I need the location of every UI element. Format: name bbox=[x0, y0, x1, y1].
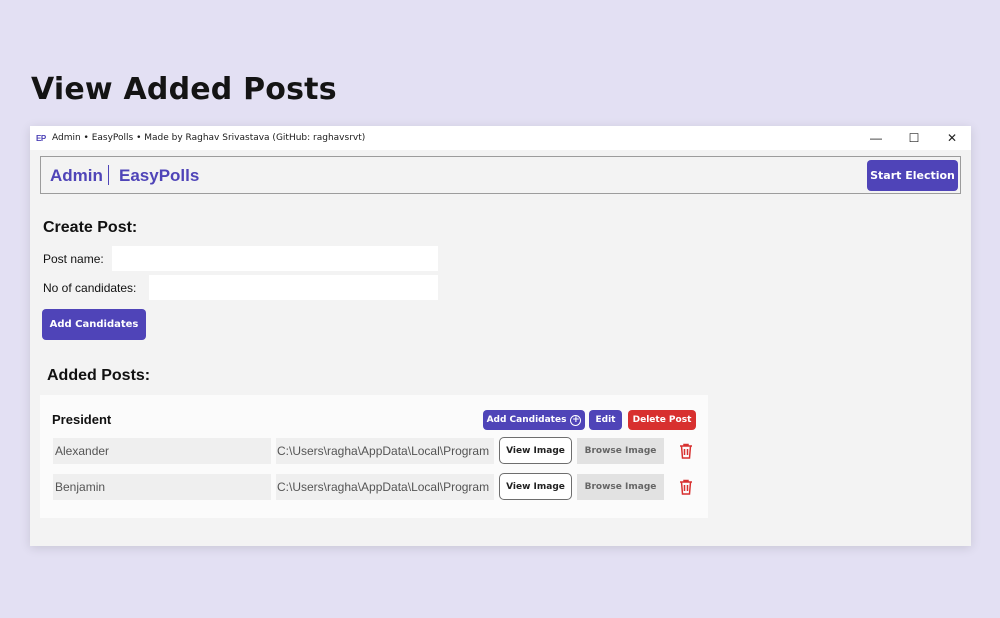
browse-image-button[interactable]: Browse Image bbox=[577, 438, 664, 464]
trash-icon[interactable] bbox=[679, 479, 693, 495]
added-posts-title: Added Posts: bbox=[47, 367, 151, 384]
view-image-button[interactable]: View Image bbox=[499, 437, 572, 464]
close-button[interactable]: ✕ bbox=[933, 126, 971, 150]
minimize-button[interactable]: — bbox=[857, 126, 895, 150]
window-controls: — ☐ ✕ bbox=[857, 126, 971, 150]
num-candidates-input[interactable] bbox=[149, 275, 438, 300]
edit-post-button[interactable]: Edit bbox=[589, 410, 622, 430]
app-header: Admin EasyPolls Start Election bbox=[40, 156, 961, 194]
num-candidates-label: No of candidates: bbox=[43, 281, 137, 295]
page-heading: View Added Posts bbox=[31, 72, 337, 107]
candidate-name-field[interactable]: Alexander bbox=[53, 438, 271, 464]
candidate-name-field[interactable]: Benjamin bbox=[53, 474, 271, 500]
trash-icon[interactable] bbox=[679, 443, 693, 459]
add-candidates-button[interactable]: Add Candidates bbox=[42, 309, 146, 340]
candidate-row: Benjamin C:\Users\ragha\AppData\Local\Pr… bbox=[53, 473, 703, 500]
post-name-input[interactable] bbox=[112, 246, 438, 271]
post-card: President Add Candidates + Edit Delete P… bbox=[40, 395, 708, 518]
candidate-image-path: C:\Users\ragha\AppData\Local\Program bbox=[276, 438, 494, 464]
post-add-candidates-label: Add Candidates bbox=[486, 415, 567, 425]
post-name: President bbox=[52, 412, 112, 427]
delete-post-button[interactable]: Delete Post bbox=[628, 410, 696, 430]
create-post-title: Create Post: bbox=[43, 219, 138, 236]
header-separator bbox=[108, 165, 109, 185]
view-image-button[interactable]: View Image bbox=[499, 473, 572, 500]
title-bar: EP Admin • EasyPolls • Made by Raghav Sr… bbox=[30, 126, 971, 150]
app-window: EP Admin • EasyPolls • Made by Raghav Sr… bbox=[30, 126, 971, 546]
browse-image-button[interactable]: Browse Image bbox=[577, 474, 664, 500]
post-name-label: Post name: bbox=[43, 252, 104, 266]
candidate-image-path: C:\Users\ragha\AppData\Local\Program bbox=[276, 474, 494, 500]
plus-circle-icon: + bbox=[570, 414, 582, 426]
candidate-row: Alexander C:\Users\ragha\AppData\Local\P… bbox=[53, 437, 703, 464]
window-title: Admin • EasyPolls • Made by Raghav Sriva… bbox=[52, 133, 366, 143]
header-app-name: EasyPolls bbox=[119, 166, 200, 185]
header-admin-label: Admin bbox=[50, 166, 103, 185]
post-add-candidates-button[interactable]: Add Candidates + bbox=[483, 410, 585, 430]
start-election-button[interactable]: Start Election bbox=[867, 160, 958, 191]
maximize-button[interactable]: ☐ bbox=[895, 126, 933, 150]
app-logo-icon: EP bbox=[36, 133, 46, 143]
